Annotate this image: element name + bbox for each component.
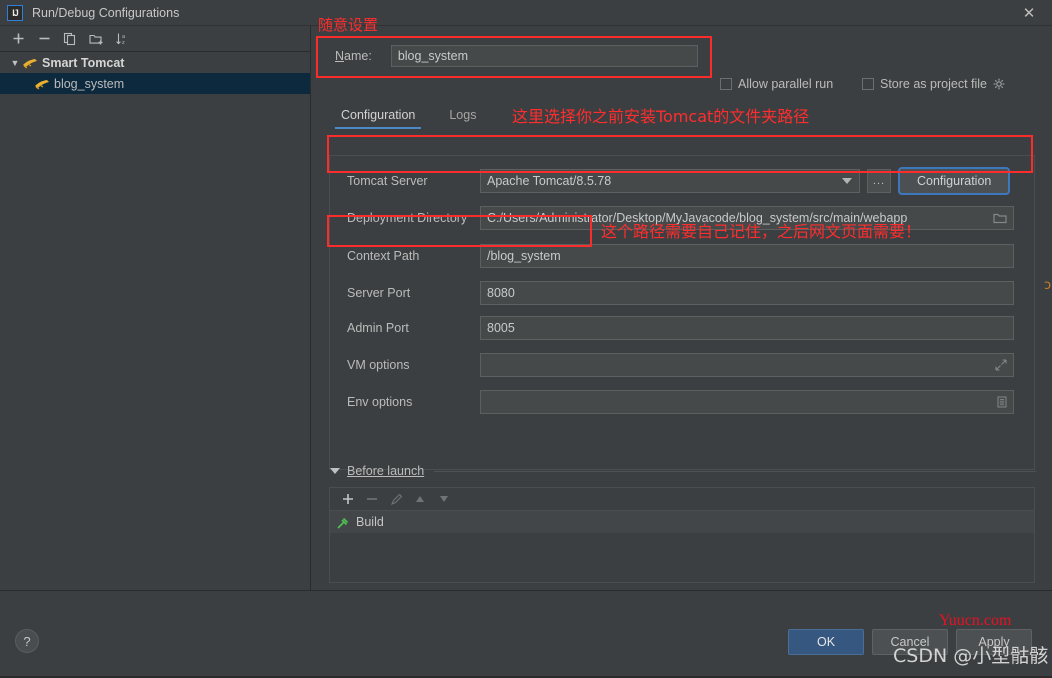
move-task-down-button[interactable] [434, 489, 454, 509]
admin-port-input[interactable]: 8005 [480, 316, 1014, 340]
gear-icon[interactable] [993, 78, 1005, 90]
tab-configuration[interactable]: Configuration [335, 108, 422, 129]
chevron-down-icon[interactable]: ▼ [8, 58, 22, 68]
allow-parallel-run-checkbox[interactable]: Allow parallel run [720, 77, 833, 91]
add-folder-button[interactable] [84, 28, 108, 50]
edge-artifact: ɔ [1044, 278, 1052, 293]
admin-port-label: Admin Port [347, 321, 409, 335]
configurations-tree: ▼ Smart Tomcat blog_system [0, 52, 310, 94]
vm-options-input[interactable] [480, 353, 1014, 377]
chevron-down-icon[interactable] [842, 178, 852, 184]
chevron-down-icon[interactable] [330, 468, 340, 474]
page-title: Run/Debug Configurations [32, 5, 180, 20]
field-row-admin-port: Admin Port 8005 [330, 316, 1036, 340]
svg-text:z: z [122, 40, 125, 46]
add-configuration-button[interactable] [6, 28, 30, 50]
field-row-env-options: Env options [330, 390, 1036, 414]
name-input[interactable]: blog_system [390, 45, 698, 67]
watermark-yuucn: Yuucn.com [939, 612, 1012, 629]
before-launch-item-build[interactable]: Build [330, 511, 1034, 533]
before-launch-task-list: Build [329, 487, 1035, 583]
annotation-tomcat-server: 这里选择你之前安装Tomcat的文件夹路径 [512, 107, 810, 126]
context-path-input[interactable]: /blog_system [480, 244, 1014, 268]
tree-group-smart-tomcat[interactable]: ▼ Smart Tomcat [0, 52, 310, 73]
before-launch-label: Before launch [347, 464, 425, 478]
sidebar-toolbar: a z [0, 26, 310, 52]
tomcat-server-label: Tomcat Server [347, 174, 428, 188]
allow-parallel-run-label: Allow parallel run [738, 77, 834, 91]
watermark-csdn: CSDN @小型骷骸 [893, 645, 1049, 667]
server-port-label: Server Port [347, 286, 411, 300]
field-row-server-port: Server Port 8080 [330, 281, 1036, 305]
remove-task-button[interactable] [362, 489, 382, 509]
field-row-vm-options: VM options [330, 353, 1036, 377]
close-icon[interactable]: ✕ [1006, 0, 1052, 26]
store-as-project-file-checkbox[interactable]: Store as project file [862, 77, 1005, 91]
configuration-form: Tomcat Server Apache Tomcat/8.5.78 ... C… [329, 155, 1035, 470]
divider [434, 470, 1036, 472]
field-row-tomcat-server: Tomcat Server Apache Tomcat/8.5.78 ... C… [330, 167, 1036, 195]
context-path-label: Context Path [347, 249, 420, 263]
editor-tabs: Configuration Logs [335, 108, 482, 129]
before-launch-toolbar [330, 488, 1034, 511]
copy-configuration-button[interactable] [58, 28, 82, 50]
annotation-name-field: 随意设置 [318, 16, 379, 34]
remove-configuration-button[interactable] [32, 28, 56, 50]
expand-icon[interactable] [995, 359, 1007, 371]
admin-port-value: 8005 [487, 321, 515, 335]
folder-icon[interactable] [993, 212, 1007, 224]
checkbox-box[interactable] [720, 78, 732, 90]
tab-logs[interactable]: Logs [443, 108, 482, 129]
help-button[interactable]: ? [15, 629, 39, 653]
intellij-logo-icon: IJ [7, 4, 23, 21]
ok-button[interactable]: OK [788, 629, 864, 655]
before-launch-item-label: Build [356, 515, 384, 529]
tree-item-label: blog_system [54, 76, 125, 91]
add-task-button[interactable] [338, 489, 358, 509]
server-port-input[interactable]: 8080 [480, 281, 1014, 305]
tomcat-icon [23, 58, 37, 68]
context-path-value: /blog_system [487, 249, 561, 263]
tree-item-blog-system[interactable]: blog_system [0, 73, 310, 94]
configuration-button[interactable]: Configuration [897, 167, 1011, 195]
before-launch-header[interactable]: Before launch [330, 464, 1036, 478]
env-options-label: Env options [347, 395, 413, 409]
name-row: Name: blog_system [335, 45, 1025, 67]
tomcat-icon [35, 79, 49, 89]
list-icon[interactable] [997, 396, 1007, 408]
deployment-directory-label: Deployment Directory [347, 211, 468, 225]
vm-options-label: VM options [347, 358, 410, 372]
field-row-context-path: Context Path /blog_system [330, 244, 1036, 268]
browse-tomcat-button[interactable]: ... [867, 169, 891, 193]
tree-group-label: Smart Tomcat [42, 55, 125, 70]
hammer-icon [337, 517, 349, 529]
title-bar: IJ Run/Debug Configurations ✕ [0, 0, 1052, 26]
run-debug-configurations-dialog: IJ Run/Debug Configurations ✕ a z ▼ Smar… [0, 0, 1052, 678]
move-task-up-button[interactable] [410, 489, 430, 509]
server-port-value: 8080 [487, 286, 515, 300]
name-label: Name: [335, 49, 372, 63]
env-options-input[interactable] [480, 390, 1014, 414]
tomcat-server-value: Apache Tomcat/8.5.78 [487, 174, 612, 188]
sort-configurations-button[interactable]: a z [110, 28, 134, 50]
checkbox-box[interactable] [862, 78, 874, 90]
edit-task-button[interactable] [386, 489, 406, 509]
configurations-sidebar: a z ▼ Smart Tomcat blog_system [0, 26, 311, 616]
tomcat-server-combo[interactable]: Apache Tomcat/8.5.78 [480, 169, 860, 193]
store-as-project-file-label: Store as project file [880, 77, 987, 91]
annotation-context-path: 这个路径需要自己记住，之后网文页面需要！ [601, 222, 922, 241]
